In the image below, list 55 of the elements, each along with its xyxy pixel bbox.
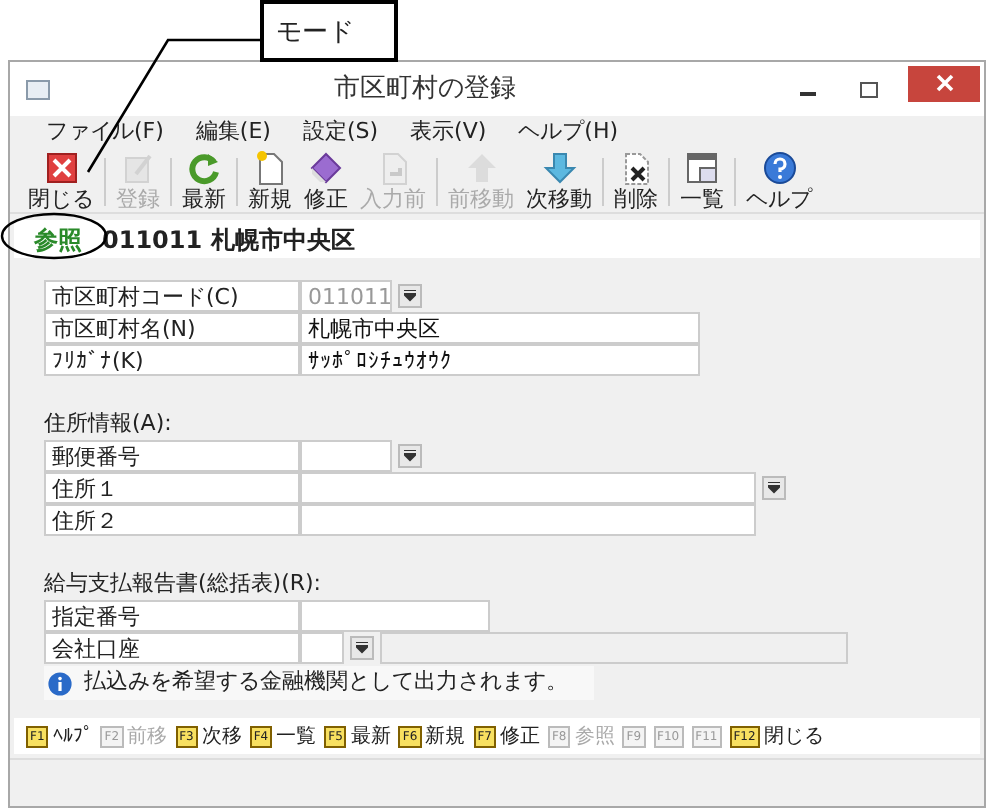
pencil-document-icon	[120, 150, 156, 186]
dropdown-button[interactable]	[350, 636, 374, 660]
window-icon	[26, 79, 50, 99]
section-heading: 給与支払報告書(総括表)(R):	[44, 568, 324, 600]
window-list-icon	[684, 150, 720, 186]
new-document-icon	[252, 150, 288, 186]
dropdown-icon	[404, 290, 416, 302]
toolbar-button[interactable]: 一覧	[674, 150, 730, 212]
toolbar-button[interactable]: 修正	[298, 150, 354, 212]
window-title: 市区町村の登録	[332, 71, 518, 108]
dropdown-icon	[404, 450, 416, 462]
maximize-icon[interactable]	[860, 81, 878, 97]
input-field[interactable]	[300, 440, 392, 472]
refresh-icon	[186, 150, 222, 186]
toolbar-button[interactable]: 閉じる	[22, 150, 100, 212]
close-button[interactable]	[908, 65, 980, 101]
mode-label: 参照	[34, 223, 82, 257]
down-arrow-icon	[541, 150, 577, 186]
input-field[interactable]: ｻｯﾎﾟﾛｼﾁｭｳｵｳｸ	[300, 344, 700, 376]
field-label: 住所２	[44, 504, 300, 536]
toolbar-button[interactable]: 削除	[608, 150, 664, 212]
input-field[interactable]	[300, 472, 756, 504]
callout-box: モード	[260, 0, 398, 62]
dropdown-button[interactable]	[398, 444, 422, 468]
field-label: ﾌﾘｶﾞﾅ(K)	[44, 344, 300, 376]
field-label: 会社口座	[44, 632, 300, 664]
close-icon	[935, 74, 953, 92]
input-field[interactable]	[300, 504, 756, 536]
field-label: 指定番号	[44, 600, 300, 632]
toolbar-button[interactable]: ヘルプ	[740, 150, 818, 212]
section-heading: 住所情報(A):	[44, 408, 174, 440]
menu-item[interactable]: ファイル(F)	[46, 116, 164, 150]
diamond-icon	[308, 150, 344, 186]
dropdown-button[interactable]	[398, 284, 422, 308]
field-label: 市区町村名(N)	[44, 312, 300, 344]
menu-item[interactable]: 編集(E)	[195, 116, 271, 150]
minimize-icon[interactable]	[800, 91, 816, 95]
toolbar-button[interactable]: 最新	[176, 150, 232, 212]
info-note: 払込みを希望する金融機関として出力されます。	[84, 666, 568, 699]
dropdown-button[interactable]	[762, 476, 786, 500]
dropdown-icon	[356, 642, 368, 654]
help-icon	[761, 150, 797, 186]
input-field[interactable]: 札幌市中央区	[300, 312, 700, 344]
input-field[interactable]	[300, 600, 490, 632]
input-field[interactable]	[300, 632, 344, 664]
toolbar-button[interactable]: 次移動	[520, 150, 598, 212]
field-label: 市区町村コード(C)	[44, 280, 300, 312]
toolbar-button[interactable]: 新規	[242, 150, 298, 212]
menu-item[interactable]: 設定(S)	[302, 116, 379, 150]
dropdown-icon	[768, 482, 780, 494]
field-label: 郵便番号	[44, 440, 300, 472]
menu-item[interactable]: 表示(V)	[410, 116, 487, 150]
menu-item[interactable]: ヘルプ(H)	[518, 116, 619, 150]
field-label: 住所１	[44, 472, 300, 504]
close-icon	[43, 150, 79, 186]
